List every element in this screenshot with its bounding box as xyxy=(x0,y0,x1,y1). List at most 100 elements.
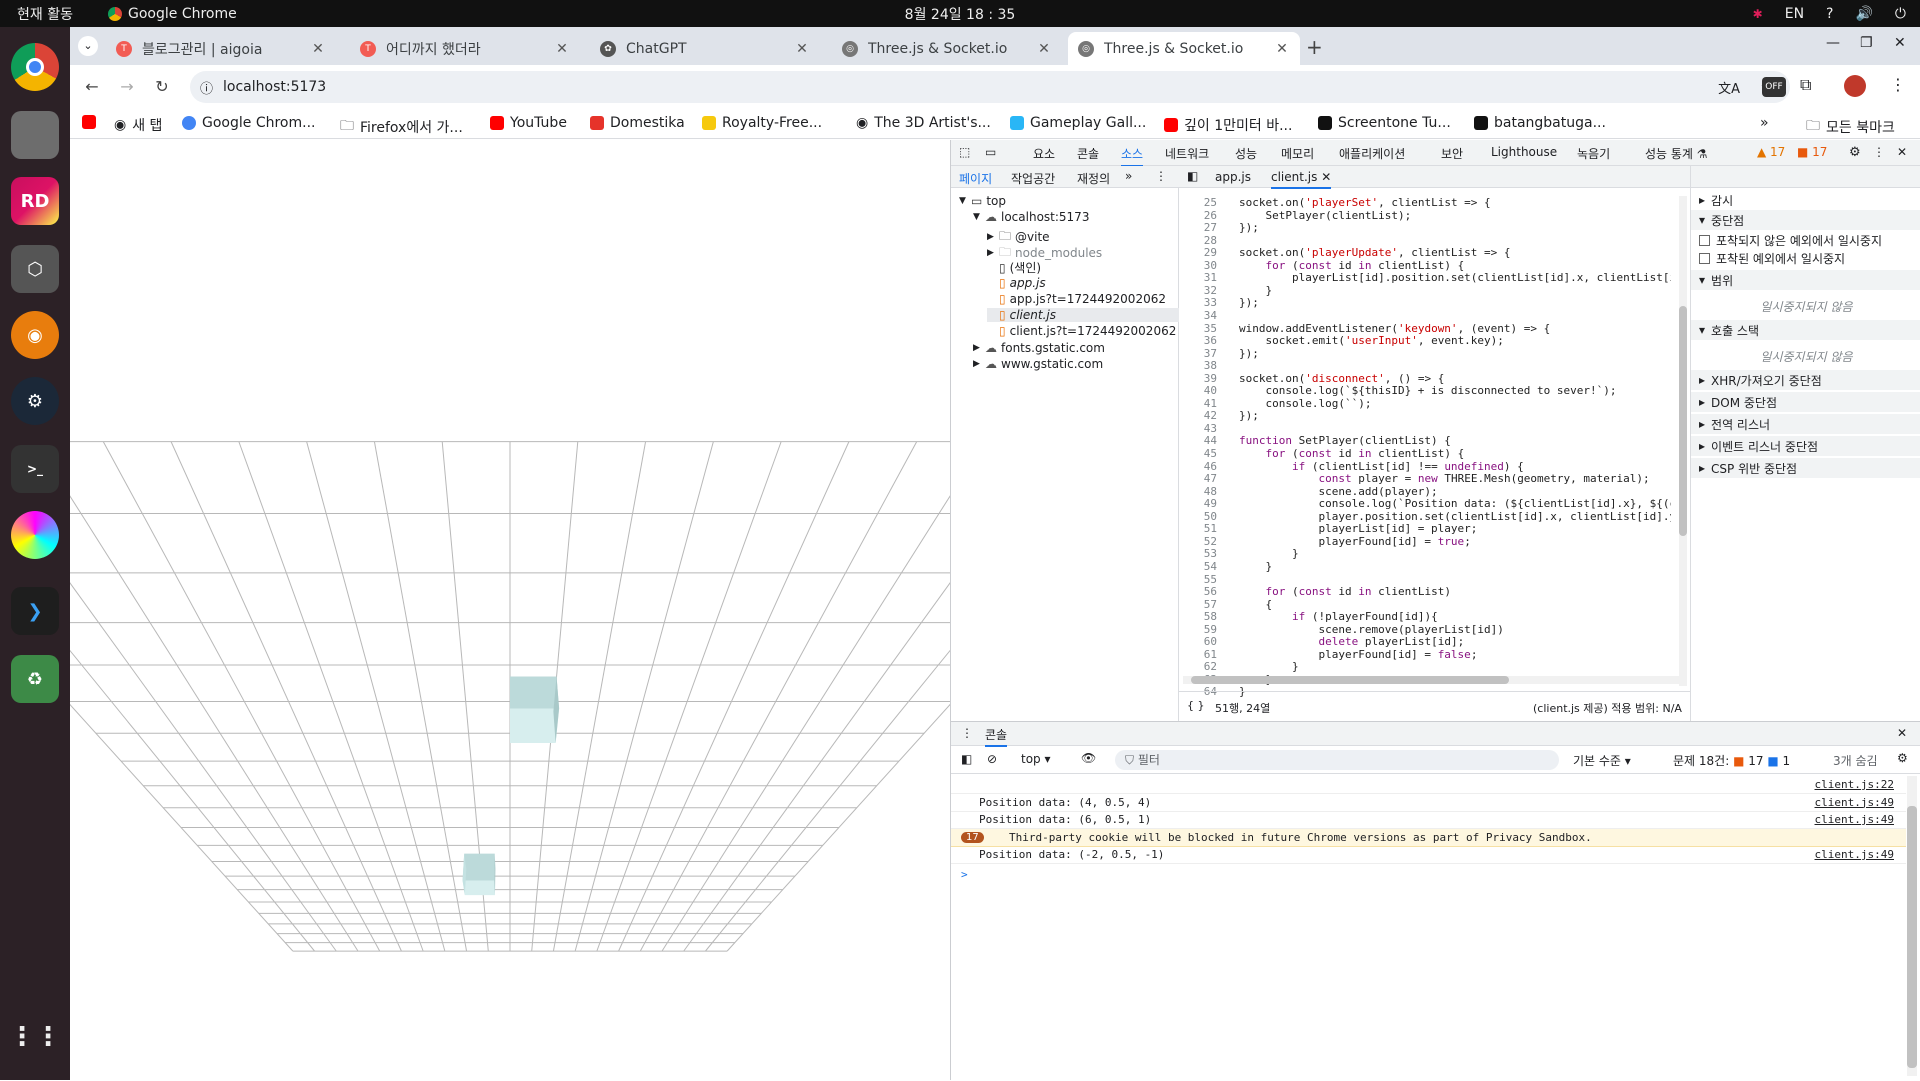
console-settings-gear-icon[interactable]: ⚙ xyxy=(1897,751,1908,765)
code-line[interactable]: { xyxy=(1239,598,1671,611)
line-number[interactable]: 41 xyxy=(1179,397,1217,410)
context-selector[interactable]: top ▾ xyxy=(1021,752,1051,766)
bookmark-new-tab[interactable]: ◉ 새 탭 xyxy=(114,115,162,135)
line-number[interactable]: 59 xyxy=(1179,623,1217,636)
tree-node[interactable]: ▶ ☁ fonts.gstatic.com xyxy=(973,341,1105,355)
expand-arrow-icon[interactable]: ▼ xyxy=(959,196,967,206)
line-number[interactable]: 27 xyxy=(1179,221,1217,234)
line-number[interactable]: 60 xyxy=(1179,635,1217,648)
code-line[interactable]: }); xyxy=(1239,409,1671,422)
minimize-icon[interactable]: — xyxy=(1826,35,1840,51)
devtools-tab-perf-insights[interactable]: 성능 통계 ⚗ xyxy=(1645,145,1708,162)
bookmark-google-chrome[interactable]: Google Chrom... xyxy=(182,115,315,131)
code-line[interactable]: }); xyxy=(1239,347,1671,360)
code-line[interactable]: } xyxy=(1239,660,1671,673)
line-number[interactable]: 46 xyxy=(1179,460,1217,473)
bookmark-domestika[interactable]: Domestika xyxy=(590,115,685,131)
chrome-menu-icon[interactable]: ⋮ xyxy=(1890,75,1906,94)
console-source-link[interactable]: client.js:49 xyxy=(1815,813,1894,826)
drawer-menu-icon[interactable]: ⋮ xyxy=(961,726,973,740)
site-info-icon[interactable]: ⓘ xyxy=(200,78,213,97)
translate-icon[interactable]: 文A xyxy=(1718,78,1740,97)
line-number[interactable]: 42 xyxy=(1179,409,1217,422)
issue-count[interactable]: ■ 17 xyxy=(1797,145,1827,159)
clock[interactable]: 8월 24일 18 : 35 xyxy=(0,4,1920,24)
line-number[interactable]: 51 xyxy=(1179,522,1217,535)
line-number[interactable]: 25 xyxy=(1179,196,1217,209)
line-number[interactable]: 38 xyxy=(1179,359,1217,372)
line-number[interactable]: 31 xyxy=(1179,271,1217,284)
code-editor[interactable]: ◧ app.js client.js ✕ 25 socket.on('player… xyxy=(1179,166,1690,721)
log-level-dropdown[interactable]: 기본 수준 ▾ xyxy=(1573,752,1631,769)
pretty-print-icon[interactable]: { } xyxy=(1187,699,1205,712)
devtools-tab-recorder[interactable]: 녹음기 xyxy=(1577,145,1610,162)
line-number[interactable]: 33 xyxy=(1179,296,1217,309)
devtools-tab-network[interactable]: 네트워크 xyxy=(1165,145,1209,162)
close-drawer-icon[interactable]: ✕ xyxy=(1897,726,1907,740)
active-app-indicator[interactable]: Google Chrome xyxy=(108,6,237,22)
line-number[interactable]: 54 xyxy=(1179,560,1217,573)
code-line[interactable]: SetPlayer(clientList); xyxy=(1239,209,1671,222)
close-tab-icon[interactable]: ✕ xyxy=(1036,41,1052,57)
devtools-tab-lighthouse[interactable]: Lighthouse xyxy=(1491,145,1557,159)
bookmark-batang[interactable]: batangbatuga... xyxy=(1474,115,1606,131)
expand-arrow-icon[interactable]: ▶ xyxy=(987,248,995,258)
slack-icon[interactable]: ✱ xyxy=(1753,7,1763,21)
devtools-tab-security[interactable]: 보안 xyxy=(1441,145,1463,162)
url-text[interactable]: localhost:5173 xyxy=(223,79,326,95)
reload-icon[interactable]: ↻ xyxy=(150,75,174,99)
bookmark-youtube-icon-only[interactable] xyxy=(82,115,96,129)
close-tab-icon[interactable]: ✕ xyxy=(310,41,326,57)
code-line[interactable]: scene.remove(playerList[id]) xyxy=(1239,623,1671,636)
unity-dock-icon[interactable]: ⬡ xyxy=(11,245,59,293)
live-expression-eye-icon[interactable]: 👁 xyxy=(1081,751,1096,765)
line-number[interactable]: 58 xyxy=(1179,610,1217,623)
horizontal-scrollbar[interactable] xyxy=(1183,676,1679,684)
code-line[interactable]: scene.add(player); xyxy=(1239,485,1671,498)
expand-arrow-icon[interactable]: ▼ xyxy=(973,212,981,222)
rider-dock-icon[interactable]: RD xyxy=(11,177,59,225)
color-picker-dock-icon[interactable] xyxy=(11,511,59,559)
console-warning-row[interactable]: 17 Third-party cookie will be blocked in … xyxy=(951,828,1906,847)
close-tab-icon[interactable]: ✕ xyxy=(554,41,570,57)
devtools-tab-performance[interactable]: 성능 xyxy=(1235,145,1257,162)
expand-arrow-icon[interactable]: ▶ xyxy=(973,359,981,369)
more-bookmarks-icon[interactable]: » xyxy=(1760,115,1769,131)
more-tabs-icon[interactable]: » xyxy=(1125,169,1132,183)
tab-threejs-1[interactable]: ◎ Three.js & Socket.io ✕ xyxy=(832,32,1062,65)
files-dock-icon[interactable] xyxy=(11,111,59,159)
line-number[interactable]: 55 xyxy=(1179,573,1217,586)
settings-gear-icon[interactable]: ⚙ xyxy=(1849,145,1861,160)
line-number[interactable]: 37 xyxy=(1179,347,1217,360)
line-number[interactable]: 49 xyxy=(1179,497,1217,510)
bookmark-royalty-free[interactable]: Royalty-Free... xyxy=(702,115,822,131)
extensions-puzzle-icon[interactable]: ⧉ xyxy=(1800,75,1811,95)
close-window-icon[interactable]: ✕ xyxy=(1894,35,1906,51)
line-number[interactable]: 32 xyxy=(1179,284,1217,297)
activities-button[interactable]: 현재 활동 xyxy=(0,4,90,24)
vertical-scrollbar[interactable] xyxy=(1679,196,1687,686)
tab-threejs-2[interactable]: ◎ Three.js & Socket.io ✕ xyxy=(1068,32,1300,65)
all-bookmarks[interactable]: 🗀 모든 북마크 xyxy=(1806,115,1895,139)
line-number[interactable]: 61 xyxy=(1179,648,1217,661)
blender-dock-icon[interactable]: ◉ xyxy=(11,311,59,359)
code-line[interactable]: } xyxy=(1239,284,1671,297)
line-number[interactable]: 62 xyxy=(1179,660,1217,673)
power-icon[interactable]: ⏻ xyxy=(1895,6,1906,22)
volume-icon[interactable]: 🔊 xyxy=(1855,6,1872,22)
tree-node[interactable]: ▶ ☁ www.gstatic.com xyxy=(973,357,1103,371)
back-icon[interactable]: ← xyxy=(80,75,104,99)
extension-off-icon[interactable]: OFF xyxy=(1762,77,1786,97)
trash-dock-icon[interactable]: ♻ xyxy=(11,655,59,703)
clear-console-icon[interactable]: ⊘ xyxy=(987,752,997,766)
section-csp-breakpoints[interactable]: ▸ CSP 위반 중단점 xyxy=(1691,458,1920,478)
help-icon[interactable]: ? xyxy=(1826,6,1833,22)
section-call-stack[interactable]: ▾ 호출 스택 xyxy=(1691,320,1920,340)
warning-count[interactable]: ▲ 17 xyxy=(1757,145,1785,159)
close-tab-icon[interactable]: ✕ xyxy=(794,41,810,57)
code-line[interactable]: socket.on('disconnect', () => { xyxy=(1239,372,1671,385)
console-log-row[interactable]: Position data: (4, 0.5, 4) client.js:49 xyxy=(951,794,1906,812)
line-number[interactable]: 48 xyxy=(1179,485,1217,498)
tree-node[interactable]: ▼ ☁ localhost:5173 xyxy=(973,210,1089,224)
section-xhr-breakpoints[interactable]: ▸ XHR/가져오기 중단점 xyxy=(1691,370,1920,390)
